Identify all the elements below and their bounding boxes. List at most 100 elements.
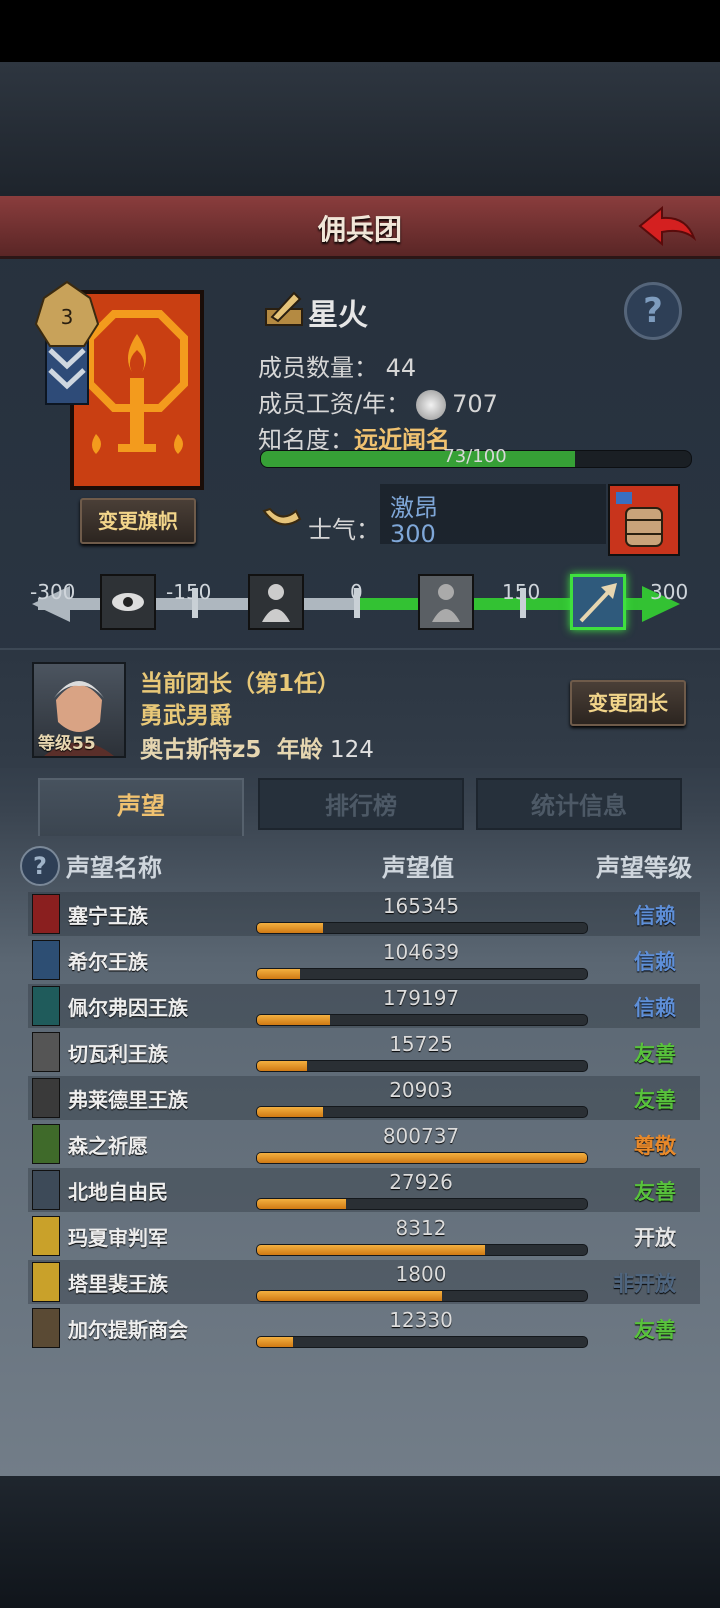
reputation-bar: [256, 1290, 588, 1302]
reputation-bar: [256, 1106, 588, 1118]
reputation-value: 8312: [395, 1216, 447, 1240]
reputation-level: 友善: [634, 1180, 676, 1204]
help-icon[interactable]: ?: [624, 282, 682, 340]
bottom-background: [0, 1476, 720, 1608]
salary-label: 成员工资/年：: [258, 390, 411, 418]
leader-heading: 当前团长（第1任）: [140, 671, 341, 697]
salary-value: 707: [452, 390, 498, 418]
reputation-level: 友善: [634, 1088, 676, 1112]
silver-coin-icon: [416, 390, 447, 420]
member-count-value: 44: [385, 354, 417, 382]
reputation-bar-fill: [257, 1061, 307, 1071]
faction-name: 希尔王族: [68, 950, 148, 974]
reputation-bar: [256, 1336, 588, 1348]
reputation-bar-fill: [257, 1291, 442, 1301]
reputation-value: 12330: [389, 1308, 453, 1332]
faction-icon: [32, 894, 60, 934]
scale-tick-mark: [520, 588, 526, 618]
leader-age: 124: [330, 737, 374, 763]
reputation-bar: [256, 1244, 588, 1256]
faction-icon: [32, 1262, 60, 1302]
mood-normal-icon[interactable]: [418, 574, 474, 630]
faction-name: 佩尔弗因王族: [68, 996, 188, 1020]
table-row[interactable]: 弗莱德里王族 20903 友善: [28, 1076, 700, 1120]
guild-name: 星火: [308, 298, 368, 333]
faction-name: 切瓦利王族: [68, 1042, 168, 1066]
scale-tick-mark: [192, 588, 198, 618]
table-row[interactable]: 加尔提斯商会 12330 友善: [28, 1306, 700, 1350]
top-background: [0, 62, 720, 196]
table-row[interactable]: 北地自由民 27926 友善: [28, 1168, 700, 1212]
faction-icon: [32, 1170, 60, 1210]
change-leader-button[interactable]: 变更团长: [570, 680, 686, 726]
mood-low-icon[interactable]: [248, 574, 304, 630]
tab-reputation[interactable]: 声望: [38, 778, 244, 836]
table-row[interactable]: 玛夏审判军 8312 开放: [28, 1214, 700, 1258]
member-count-row: 成员数量： 44: [258, 348, 416, 383]
reputation-bar: [256, 968, 588, 980]
faction-name: 弗莱德里王族: [68, 1088, 188, 1112]
faction-icon: [32, 1032, 60, 1072]
back-arrow-icon[interactable]: [636, 204, 698, 248]
fame-progress-text: 73/100: [443, 446, 507, 467]
mood-high-icon[interactable]: [570, 574, 626, 630]
reputation-level: 信赖: [634, 950, 676, 974]
leader-title: 勇武男爵: [140, 703, 232, 729]
column-header-level: 声望等级: [596, 854, 692, 882]
leader-level: 等级55: [38, 734, 96, 754]
reputation-help-icon[interactable]: ?: [20, 846, 60, 886]
column-header-name: 声望名称: [66, 854, 162, 882]
scale-tick-label: 300: [650, 580, 689, 604]
supply-barrel-icon[interactable]: [608, 484, 680, 556]
table-row[interactable]: 森之祈愿 800737 尊敬: [28, 1122, 700, 1166]
reputation-bar: [256, 1060, 588, 1072]
table-row[interactable]: 塔里裴王族 1800 非开放: [28, 1260, 700, 1304]
reputation-level: 友善: [634, 1042, 676, 1066]
leader-age-label: 年龄: [276, 737, 323, 763]
tab-ranking[interactable]: 排行榜: [258, 778, 464, 830]
member-count-label: 成员数量：: [258, 354, 378, 382]
reputation-value: 165345: [382, 894, 460, 918]
reputation-level: 信赖: [634, 904, 676, 928]
reputation-level: 非开放: [613, 1272, 676, 1296]
scale-tick-mark: [354, 588, 360, 618]
reputation-value: 1800: [395, 1262, 447, 1286]
reputation-bar: [256, 1198, 588, 1210]
faction-name: 北地自由民: [68, 1180, 168, 1204]
title-bar: 佣兵团: [0, 196, 720, 259]
table-row[interactable]: 塞宁王族 165345 信赖: [28, 892, 700, 936]
tab-statistics[interactable]: 统计信息: [476, 778, 682, 830]
reputation-level: 友善: [634, 1318, 676, 1342]
change-banner-button[interactable]: 变更旗帜: [80, 498, 196, 544]
faction-name: 塔里裴王族: [68, 1272, 168, 1296]
table-row[interactable]: 佩尔弗因王族 179197 信赖: [28, 984, 700, 1028]
leader-portrait[interactable]: 等级55: [32, 662, 126, 758]
faction-icon: [32, 1308, 60, 1348]
reputation-bar-fill: [257, 1153, 587, 1163]
reputation-bar: [256, 1014, 588, 1026]
scale-tick-label: -300: [30, 580, 76, 604]
faction-icon: [32, 1216, 60, 1256]
reputation-bar-fill: [257, 1107, 323, 1117]
reputation-bar-fill: [257, 969, 300, 979]
edit-name-icon[interactable]: [264, 287, 304, 327]
status-bar: [0, 0, 720, 62]
reputation-bar-fill: [257, 1337, 294, 1347]
reputation-bar-fill: [257, 1015, 330, 1025]
reputation-value: 104639: [382, 940, 460, 964]
page-title: 佣兵团: [317, 213, 402, 246]
faction-name: 森之祈愿: [68, 1134, 148, 1158]
faction-icon: [32, 986, 60, 1026]
reputation-bar-fill: [257, 1245, 485, 1255]
salary-row: 成员工资/年： 707: [258, 384, 498, 420]
reputation-value: 27926: [389, 1170, 453, 1194]
svg-text:3: 3: [61, 305, 74, 329]
horn-icon: [262, 507, 302, 526]
reputation-level: 信赖: [634, 996, 676, 1020]
mood-broken-icon[interactable]: [100, 574, 156, 630]
table-row[interactable]: 切瓦利王族 15725 友善: [28, 1030, 700, 1074]
reputation-value: 20903: [389, 1078, 453, 1102]
reputation-level: 开放: [634, 1226, 676, 1250]
faction-name: 塞宁王族: [68, 904, 148, 928]
table-row[interactable]: 希尔王族 104639 信赖: [28, 938, 700, 982]
